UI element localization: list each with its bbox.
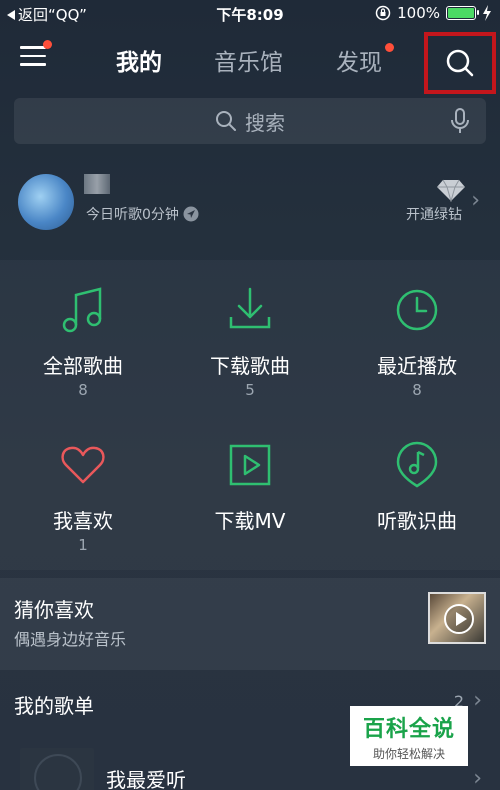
grid-item-downloaded-mv[interactable]: 下载MV bbox=[167, 435, 333, 536]
search-placeholder: 搜索 bbox=[245, 110, 285, 135]
grid-item-downloaded-songs[interactable]: 下载歌曲 5 bbox=[167, 280, 333, 399]
search-icon bbox=[446, 49, 474, 77]
grid-label: 下载MV bbox=[214, 509, 286, 533]
status-bar: 返回“QQ” 下午8:09 100% bbox=[0, 0, 500, 28]
music-note-icon bbox=[62, 287, 102, 333]
vip-label[interactable]: 开通绿钻 bbox=[406, 204, 462, 224]
search-icon bbox=[216, 111, 236, 131]
grid-label: 听歌识曲 bbox=[377, 509, 457, 533]
playlist-cover bbox=[20, 748, 94, 790]
play-icon[interactable] bbox=[444, 604, 474, 634]
diamond-icon bbox=[437, 179, 465, 202]
grid-count: 1 bbox=[78, 536, 88, 554]
grid-count: 8 bbox=[412, 381, 422, 399]
chevron-right-icon: › bbox=[471, 188, 480, 213]
search-button[interactable] bbox=[424, 32, 496, 94]
menu-badge-dot bbox=[43, 40, 52, 49]
song-recognition-icon bbox=[396, 441, 438, 488]
grid-count: 5 bbox=[245, 381, 255, 399]
charging-bolt-icon bbox=[483, 5, 491, 21]
chevron-right-icon: › bbox=[473, 688, 482, 713]
guess-title: 猜你喜欢 bbox=[14, 598, 94, 622]
download-icon bbox=[229, 287, 271, 329]
grid-item-favorites[interactable]: 我喜欢 1 bbox=[0, 435, 166, 554]
watermark-logo: 百科全说 助你轻松解决 bbox=[350, 706, 468, 766]
grid-item-song-recognition[interactable]: 听歌识曲 bbox=[334, 435, 500, 536]
my-playlists-title: 我的歌单 bbox=[14, 694, 94, 718]
guess-subtitle: 偶遇身边好音乐 bbox=[14, 630, 127, 649]
discover-badge-dot bbox=[385, 43, 394, 52]
video-play-icon bbox=[229, 444, 271, 486]
search-input[interactable]: 搜索 bbox=[14, 98, 486, 144]
watermark-subtitle: 助你轻松解决 bbox=[372, 746, 445, 761]
grid-label: 我喜欢 bbox=[53, 509, 113, 533]
profile-row[interactable]: 今日听歌0分钟 开通绿钻 › bbox=[0, 160, 500, 250]
battery-percent: 100% bbox=[397, 4, 440, 22]
tab-mine[interactable]: 我的 bbox=[116, 43, 162, 77]
guess-you-like[interactable]: 猜你喜欢 偶遇身边好音乐 bbox=[0, 578, 500, 670]
grid-label: 全部歌曲 bbox=[43, 354, 123, 378]
guess-album-cover[interactable] bbox=[428, 592, 486, 644]
heart-icon bbox=[61, 446, 105, 484]
navigation-arrow-icon bbox=[183, 206, 199, 222]
mic-icon[interactable] bbox=[450, 108, 470, 134]
listen-time: 今日听歌0分钟 bbox=[86, 204, 199, 224]
grid-label: 最近播放 bbox=[377, 354, 457, 378]
watermark-title: 百科全说 bbox=[362, 716, 455, 742]
chevron-right-icon: › bbox=[473, 766, 482, 790]
avatar[interactable] bbox=[18, 174, 74, 230]
username-blurred bbox=[84, 174, 110, 194]
top-navigation: 我的 音乐馆 发现 bbox=[0, 30, 500, 94]
playlist-name: 我最爱听 bbox=[106, 768, 186, 790]
grid-item-recently-played[interactable]: 最近播放 8 bbox=[334, 280, 500, 399]
clock-icon bbox=[396, 289, 438, 331]
tab-music-hall[interactable]: 音乐馆 bbox=[214, 43, 283, 77]
status-right: 100% bbox=[375, 4, 492, 22]
battery-icon bbox=[446, 6, 479, 20]
grid-label: 下载歌曲 bbox=[210, 354, 290, 378]
tab-discover[interactable]: 发现 bbox=[336, 43, 394, 77]
grid-item-all-songs[interactable]: 全部歌曲 8 bbox=[0, 280, 166, 399]
grid-count: 8 bbox=[78, 381, 88, 399]
rotation-lock-icon bbox=[375, 5, 391, 21]
library-grid: 全部歌曲 8 下载歌曲 5 最近播放 8 我喜欢 1 下载MV 听歌识曲 bbox=[0, 260, 500, 570]
menu-button[interactable] bbox=[20, 40, 52, 68]
listen-time-text: 今日听歌0分钟 bbox=[86, 207, 179, 223]
tab-discover-label: 发现 bbox=[336, 50, 382, 76]
